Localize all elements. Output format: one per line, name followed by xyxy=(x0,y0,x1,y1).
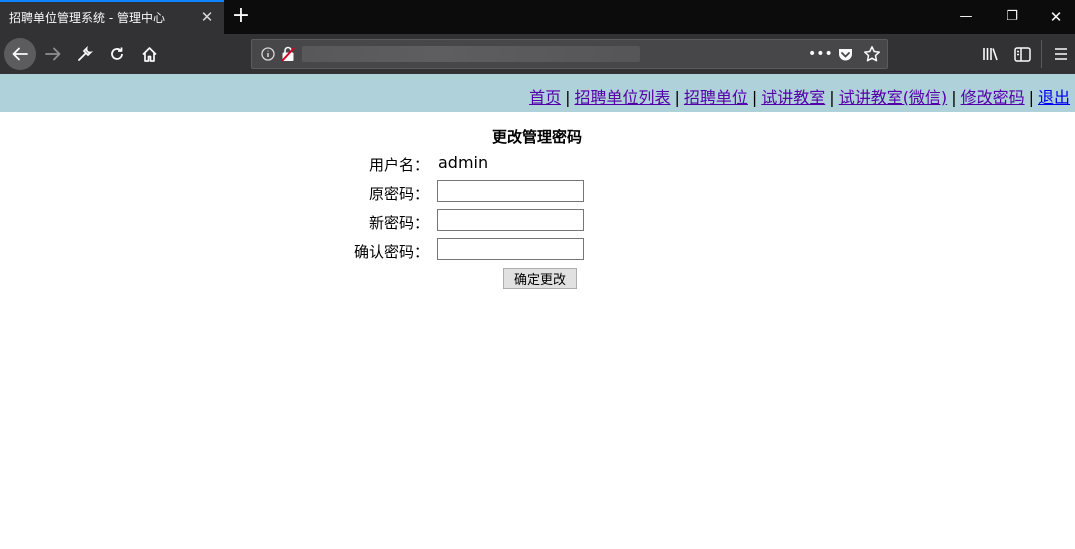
tab-title: 招聘单位管理系统 - 管理中心 xyxy=(9,11,165,25)
back-arrow-icon xyxy=(12,47,28,61)
old-password-label: 原密码： xyxy=(368,185,429,203)
sidebar-icon xyxy=(1013,46,1031,62)
browser-tab[interactable]: 招聘单位管理系统 - 管理中心 ✕ xyxy=(0,0,224,34)
nav-separator: | xyxy=(674,88,680,107)
toolbar-separator xyxy=(1041,40,1042,68)
forward-button[interactable] xyxy=(42,43,64,65)
nav-links: 首页 | 招聘单位列表 | 招聘单位 | 试讲教室 | 试讲教室(微信) | 修改密码 | 退出 xyxy=(529,84,1070,108)
hamburger-menu-icon xyxy=(1055,48,1067,60)
info-icon[interactable] xyxy=(261,47,275,61)
sidebar-toggle-button[interactable] xyxy=(1011,43,1033,65)
new-password-label: 新密码： xyxy=(368,214,429,232)
old-password-input[interactable] xyxy=(437,180,584,202)
browser-tab-bar: 招聘单位管理系统 - 管理中心 ✕ + — ❐ ✕ xyxy=(0,0,1075,34)
nav-link-trial-classroom-wechat[interactable]: 试讲教室(微信) xyxy=(839,88,948,107)
home-button[interactable] xyxy=(138,43,160,65)
form-title: 更改管理密码 xyxy=(492,128,583,146)
nav-link-logout[interactable]: 退出 xyxy=(1038,88,1070,107)
reload-button[interactable] xyxy=(106,43,128,65)
library-icon xyxy=(982,48,998,61)
wrench-icon xyxy=(78,46,93,61)
url-bar[interactable]: ••• xyxy=(251,39,888,69)
nav-separator: | xyxy=(751,88,758,107)
window-restore-button[interactable]: ❐ xyxy=(989,0,1035,34)
nav-link-trial-classroom[interactable]: 试讲教室 xyxy=(761,88,825,107)
username-label: 用户名： xyxy=(368,156,429,174)
page-actions-menu-icon[interactable]: ••• xyxy=(808,45,833,63)
nav-link-change-password[interactable]: 修改密码 xyxy=(961,88,1025,107)
new-password-input[interactable] xyxy=(437,209,584,231)
window-close-button[interactable]: ✕ xyxy=(1033,0,1075,34)
reload-icon xyxy=(111,47,123,60)
nav-link-employer[interactable]: 招聘单位 xyxy=(684,88,748,107)
bookmark-star-icon[interactable] xyxy=(863,45,881,63)
pocket-icon[interactable] xyxy=(837,46,854,63)
browser-toolbar: ••• xyxy=(0,34,1075,74)
username-value: admin xyxy=(438,153,489,172)
forward-arrow-icon xyxy=(45,47,61,61)
nav-separator: | xyxy=(565,88,571,107)
back-button[interactable] xyxy=(4,38,36,70)
window-minimize-button[interactable]: — xyxy=(943,0,989,34)
home-icon xyxy=(141,46,157,62)
nav-link-home[interactable]: 首页 xyxy=(529,88,561,107)
insecure-lock-icon[interactable] xyxy=(281,46,295,62)
nav-separator: | xyxy=(829,88,835,107)
tools-button[interactable] xyxy=(74,43,96,65)
url-text-redacted[interactable] xyxy=(302,46,640,62)
library-button[interactable] xyxy=(979,43,1001,65)
confirm-password-label: 确认密码： xyxy=(353,243,429,261)
confirm-change-button[interactable]: 确定更改 xyxy=(503,268,577,289)
site-top-nav: 首页 | 招聘单位列表 | 招聘单位 | 试讲教室 | 试讲教室(微信) | 修改密码 | 退出 xyxy=(0,74,1075,112)
nav-link-employer-list[interactable]: 招聘单位列表 xyxy=(574,88,670,107)
tab-close-icon[interactable]: ✕ xyxy=(199,8,215,26)
confirm-password-input[interactable] xyxy=(437,238,584,260)
app-menu-button[interactable] xyxy=(1050,43,1072,65)
new-tab-button[interactable]: + xyxy=(230,3,252,29)
nav-separator: | xyxy=(1028,88,1034,107)
nav-separator: | xyxy=(951,88,957,107)
